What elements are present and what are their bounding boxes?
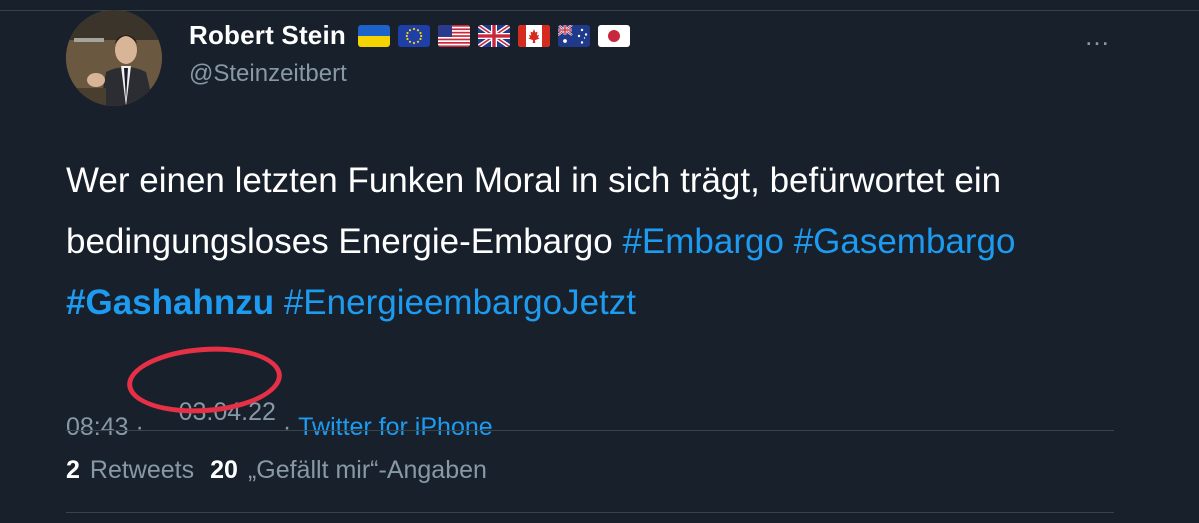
flag-emojis <box>357 24 630 47</box>
meta-separator: · <box>275 412 299 441</box>
eu-flag-icon <box>397 24 430 47</box>
stats-divider-top <box>66 430 1114 431</box>
user-handle[interactable]: @Steinzeitbert <box>189 60 347 88</box>
retweet-count[interactable]: 2 <box>66 456 80 485</box>
canada-flag-icon <box>517 24 550 47</box>
like-label[interactable]: „Gefällt mir“-Angaben <box>248 456 487 485</box>
japan-flag-icon <box>597 24 630 47</box>
author-row: Robert Stein <box>189 20 630 51</box>
retweet-label[interactable]: Retweets <box>90 456 194 485</box>
display-name[interactable]: Robert Stein <box>189 20 346 51</box>
hashtag-link[interactable]: #Embargo <box>622 222 783 261</box>
hashtag-link[interactable]: #Gasembargo <box>794 222 1016 261</box>
avatar-photo <box>66 10 162 106</box>
like-count[interactable]: 20 <box>210 456 238 485</box>
hashtag-link[interactable]: #Gashahnzu <box>66 283 274 322</box>
more-options-icon[interactable]: … <box>1084 23 1111 49</box>
tweet-text: Wer einen letzten Funken Moral in sich t… <box>66 150 1146 333</box>
usa-flag-icon <box>437 24 470 47</box>
stats-divider-bottom <box>66 512 1114 513</box>
hashtag-link[interactable]: #EnergieembargoJetzt <box>284 283 636 322</box>
australia-flag-icon <box>557 24 590 47</box>
tweet-source-link[interactable]: Twitter for iPhone <box>298 413 493 442</box>
meta-separator: · <box>128 412 151 441</box>
ukraine-flag-icon <box>357 24 390 47</box>
uk-flag-icon <box>477 24 510 47</box>
tweet-time: 08:43 <box>66 412 129 441</box>
avatar[interactable] <box>66 10 162 106</box>
tweet-stats: 2 Retweets 20 „Gefällt mir“-Angaben <box>66 456 487 485</box>
top-divider <box>0 10 1199 11</box>
